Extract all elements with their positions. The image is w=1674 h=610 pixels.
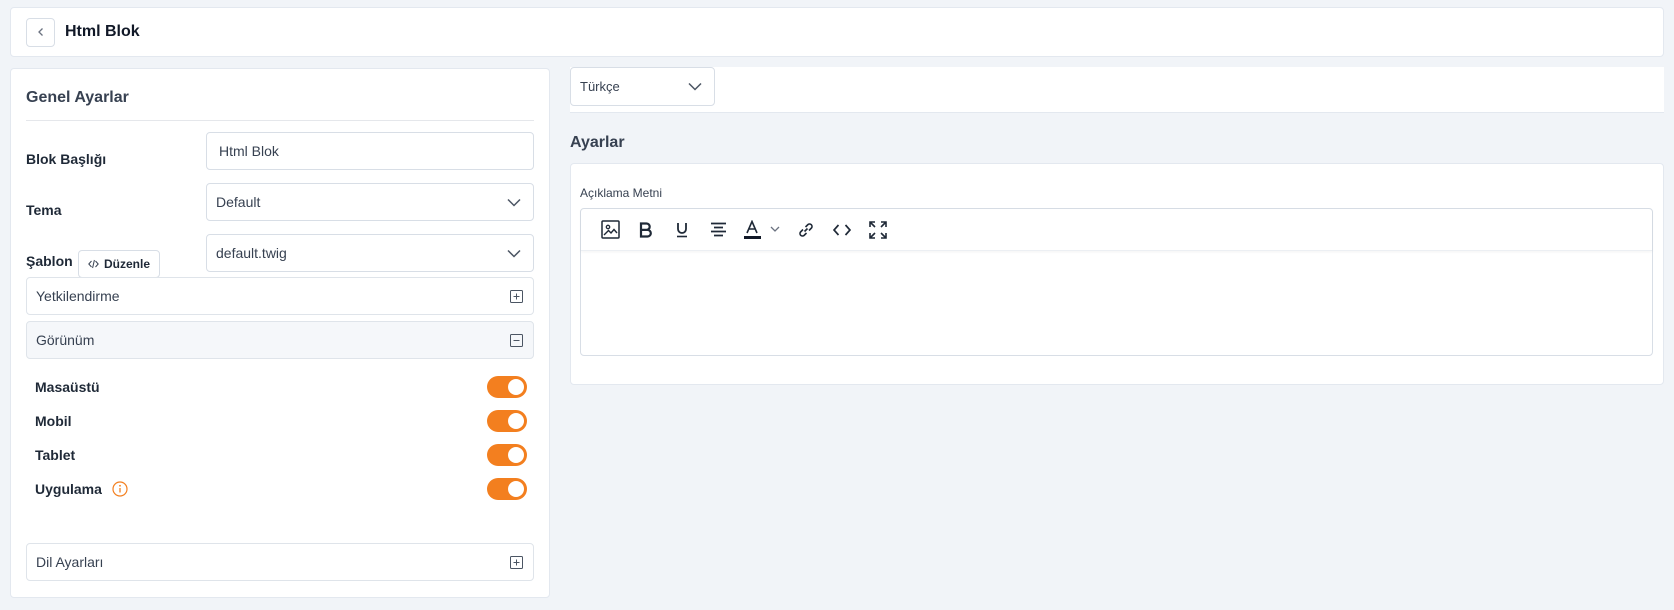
tablet-toggle[interactable] <box>487 444 527 466</box>
authorization-label: Yetkilendirme <box>36 288 120 304</box>
mobile-toggle[interactable] <box>487 410 527 432</box>
description-label: Açıklama Metni <box>580 186 663 200</box>
edit-template-button[interactable]: Düzenle <box>78 250 161 278</box>
toggle-knob <box>508 413 524 429</box>
editor-toolbar <box>581 209 1652 251</box>
align-center-icon <box>710 222 726 237</box>
settings-title: Ayarlar <box>570 134 625 151</box>
app-visibility-row: Uygulama <box>35 477 527 501</box>
page-title: Html Blok <box>65 23 140 40</box>
app-toggle[interactable] <box>487 478 527 500</box>
editor-content-area[interactable] <box>581 251 1652 355</box>
app-label-group: Uygulama <box>35 481 128 497</box>
template-select[interactable]: default.twig <box>206 234 534 272</box>
page-header: Html Blok <box>10 7 1664 57</box>
collapse-icon <box>510 333 523 347</box>
theme-label: Tema <box>26 202 62 218</box>
tablet-visibility-row: Tablet <box>35 443 527 467</box>
insert-image-button[interactable] <box>599 219 621 241</box>
template-select-value: default.twig <box>216 245 287 261</box>
desktop-toggle[interactable] <box>487 376 527 398</box>
code-icon <box>88 259 99 269</box>
language-select-value: Türkçe <box>580 79 620 94</box>
back-button[interactable] <box>26 17 55 47</box>
settings-card: Açıklama Metni <box>570 163 1664 385</box>
expand-icon <box>510 289 523 303</box>
text-color-icon <box>744 219 780 239</box>
underline-button[interactable] <box>671 219 693 241</box>
toggle-knob <box>508 481 524 497</box>
link-icon <box>799 222 813 237</box>
theme-select[interactable]: Default <box>206 183 534 221</box>
underline-icon <box>677 222 687 237</box>
chevron-down-icon <box>507 198 521 207</box>
desktop-visibility-row: Masaüstü <box>35 375 527 399</box>
mobile-visibility-row: Mobil <box>35 409 527 433</box>
app-label: Uygulama <box>35 481 102 497</box>
text-color-button[interactable] <box>743 219 781 241</box>
image-icon <box>600 220 620 239</box>
toggle-knob <box>508 447 524 463</box>
theme-select-value: Default <box>216 194 261 210</box>
appearance-accordion[interactable]: Görünüm <box>26 321 534 359</box>
rich-text-editor <box>580 208 1653 356</box>
tablet-label: Tablet <box>35 447 76 463</box>
bold-icon <box>639 221 652 238</box>
align-center-button[interactable] <box>707 219 729 241</box>
bold-button[interactable] <box>635 219 657 241</box>
info-icon[interactable] <box>112 481 128 497</box>
template-label: Şablon <box>26 253 73 269</box>
language-bar: Türkçe <box>570 67 1664 113</box>
authorization-accordion[interactable]: Yetkilendirme <box>26 277 534 315</box>
general-settings-title: Genel Ayarlar <box>26 89 129 106</box>
expand-icon <box>510 555 523 569</box>
language-settings-label: Dil Ayarları <box>36 554 104 570</box>
block-title-input[interactable] <box>206 132 534 170</box>
fullscreen-icon <box>869 220 887 239</box>
chevron-left-icon <box>37 28 43 36</box>
appearance-label: Görünüm <box>36 332 95 348</box>
language-settings-accordion[interactable]: Dil Ayarları <box>26 543 534 581</box>
mobile-label: Mobil <box>35 413 72 429</box>
toggle-knob <box>508 379 524 395</box>
source-code-button[interactable] <box>831 219 853 241</box>
chevron-down-icon <box>507 249 521 258</box>
block-title-label: Blok Başlığı <box>26 151 107 167</box>
edit-template-label: Düzenle <box>104 257 151 271</box>
desktop-label: Masaüstü <box>35 379 100 395</box>
divider <box>26 120 534 121</box>
link-button[interactable] <box>795 219 817 241</box>
code-icon <box>833 223 851 236</box>
fullscreen-button[interactable] <box>867 219 889 241</box>
general-settings-panel: Genel Ayarlar Blok Başlığı Tema Default … <box>10 68 550 598</box>
language-select[interactable]: Türkçe <box>570 67 715 106</box>
chevron-down-icon <box>688 82 702 91</box>
